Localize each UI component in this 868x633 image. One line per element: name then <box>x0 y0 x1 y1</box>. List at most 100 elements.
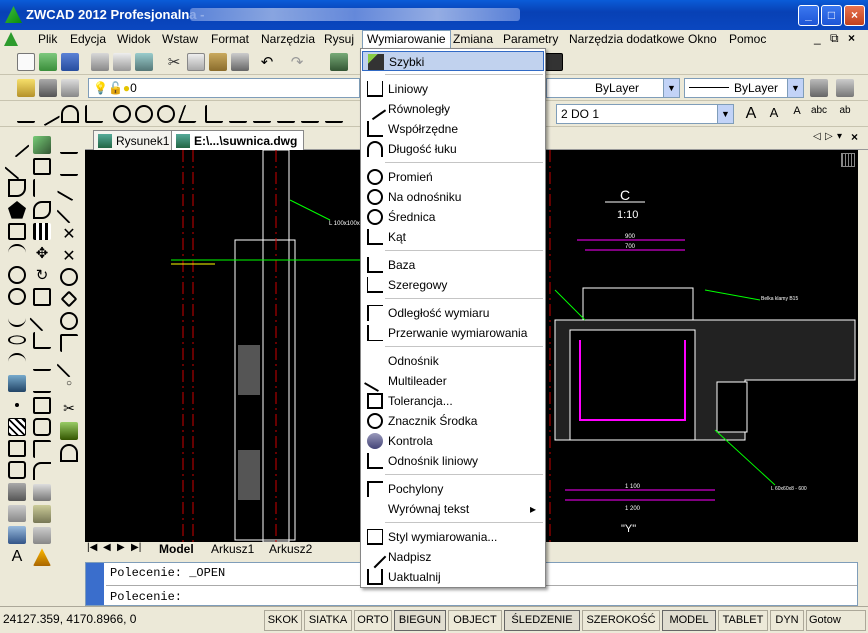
text-justify-icon[interactable]: A <box>788 105 806 123</box>
tb-linear-icon[interactable] <box>17 105 35 123</box>
menu-pomoc[interactable]: Pomoc <box>729 32 766 46</box>
match-properties-icon[interactable] <box>231 53 249 71</box>
array-icon[interactable] <box>33 222 51 241</box>
redo-icon[interactable]: ↷ <box>288 53 306 71</box>
command-grip[interactable] <box>86 563 104 605</box>
donut-icon[interactable] <box>8 287 26 306</box>
menu-item-wspolrzedne[interactable]: Współrzędne <box>362 119 544 139</box>
linetype-combo[interactable]: ByLayer ▼ <box>684 78 804 98</box>
scale-icon[interactable] <box>33 288 51 307</box>
menu-item-wyrownaj-tekst[interactable]: Wyrównaj tekst <box>362 499 544 519</box>
layer-combo[interactable]: 💡🔓●0 <box>88 78 360 98</box>
cut-icon[interactable]: ✂ <box>165 53 183 71</box>
menu-zmiana[interactable]: Zmiana <box>453 32 493 46</box>
menu-item-odnosnik[interactable]: Odnośnik <box>362 351 544 371</box>
polyline-icon[interactable] <box>8 179 26 198</box>
print-icon[interactable] <box>91 53 109 71</box>
layout-tab-model[interactable]: Model <box>159 542 194 556</box>
move-icon[interactable]: ✥ <box>33 244 51 262</box>
preview-icon[interactable] <box>113 53 131 71</box>
menu-item-znacznik-srodka[interactable]: Znacznik Środka <box>362 411 544 431</box>
menu-okno[interactable]: Okno <box>688 32 717 46</box>
menu-item-srednica[interactable]: Średnica <box>362 207 544 227</box>
minimize-button[interactable]: _ <box>798 5 819 26</box>
join-icon[interactable] <box>33 418 51 437</box>
menu-item-dlugosc-luku[interactable]: Długość łuku <box>362 139 544 159</box>
tab-close-icon[interactable]: × <box>851 130 858 144</box>
offset-icon[interactable] <box>33 200 51 219</box>
layout-last-icon[interactable]: ▶| <box>131 542 141 553</box>
tb-diameter-icon[interactable] <box>157 105 175 123</box>
lineweight-icon[interactable] <box>810 79 828 97</box>
fillet-icon[interactable] <box>33 461 51 480</box>
doc-restore-icon[interactable]: ⧉ <box>830 31 839 46</box>
tb-quick-icon[interactable] <box>205 105 223 123</box>
properties-icon[interactable] <box>33 526 51 545</box>
dimstyle-combo[interactable]: 2 DO 1 ▼ <box>556 104 734 124</box>
tab-next-icon[interactable]: ▷ <box>825 131 833 142</box>
menu-item-odnosnik-liniowy[interactable]: Odnośnik liniowy <box>362 451 544 471</box>
status-model[interactable]: MODEL <box>662 610 716 631</box>
menu-item-tolerancja[interactable]: Tolerancja... <box>362 391 544 411</box>
chamfer-icon[interactable] <box>33 440 51 458</box>
explode-icon[interactable] <box>33 483 51 502</box>
tb-aligned-icon[interactable] <box>35 101 61 127</box>
status-biegun[interactable]: BIEGUN <box>394 610 446 631</box>
save-icon[interactable] <box>61 53 79 71</box>
layout-first-icon[interactable]: |◀ <box>87 542 97 553</box>
insert-block-icon[interactable] <box>8 374 26 393</box>
snap-tangent-icon[interactable] <box>60 312 78 330</box>
menu-item-promien[interactable]: Promień <box>362 167 544 187</box>
menu-item-szybki[interactable]: Szybki <box>362 51 544 71</box>
ellipse-arc-icon[interactable] <box>8 352 26 371</box>
layer-previous-icon[interactable] <box>61 79 79 97</box>
snap-node-icon[interactable]: ○ <box>60 378 78 396</box>
mtext-icon[interactable]: A <box>8 548 26 566</box>
boundary-icon[interactable] <box>8 526 26 544</box>
menu-item-odleglosc-wymiaru[interactable]: Odległość wymiaru <box>362 303 544 323</box>
snap-nearest-icon[interactable] <box>56 176 82 202</box>
menu-narzedzia-dodatkowe[interactable]: Narzędzia dodatkowe <box>569 32 684 46</box>
tb-space-icon[interactable] <box>277 105 295 123</box>
tb-angle-icon[interactable] <box>177 105 203 123</box>
trim-icon[interactable] <box>33 353 51 372</box>
copy-object-icon[interactable] <box>33 157 51 176</box>
tb-jogged-icon[interactable] <box>135 105 153 123</box>
edit-poly-icon[interactable] <box>33 505 51 523</box>
paste-icon[interactable] <box>209 53 227 71</box>
status-dyn[interactable]: DYN <box>770 610 804 631</box>
status-tablet[interactable]: TABLET <box>718 610 768 631</box>
find-text-icon[interactable]: ab <box>836 105 854 123</box>
status-skok[interactable]: SKOK <box>264 610 302 631</box>
break-icon[interactable] <box>33 396 51 415</box>
tb-baseline-icon[interactable] <box>229 105 247 123</box>
cone-icon[interactable] <box>33 548 51 566</box>
snap-settings-icon[interactable] <box>60 444 78 462</box>
menu-item-pochylony[interactable]: Pochylony <box>362 479 544 499</box>
snap-endpoint-icon[interactable] <box>60 136 78 154</box>
snap-perp-icon[interactable] <box>56 198 82 224</box>
menu-item-baza[interactable]: Baza <box>362 255 544 275</box>
doc-minimize-icon[interactable]: _ <box>814 31 821 45</box>
layout-tab-arkusz1[interactable]: Arkusz1 <box>211 542 254 556</box>
menu-item-nadpisz[interactable]: Nadpisz <box>362 545 544 569</box>
tb-continue-icon[interactable] <box>253 105 271 123</box>
menu-item-uaktualnij[interactable]: Uaktualnij <box>362 567 544 587</box>
help-icon[interactable] <box>545 53 563 71</box>
hatch-icon[interactable] <box>8 418 26 436</box>
maximize-button[interactable]: □ <box>821 5 842 26</box>
layer-manager-icon[interactable] <box>17 79 35 97</box>
undo-icon[interactable]: ↶ <box>258 53 276 71</box>
status-object[interactable]: OBJECT <box>448 610 502 631</box>
menu-plik[interactable]: Plik <box>38 32 57 46</box>
snap-parallel-icon[interactable] <box>56 352 82 378</box>
layout-prev-icon[interactable]: ◀ <box>103 542 111 553</box>
mirror-icon[interactable] <box>33 179 51 197</box>
lengthen-icon[interactable] <box>33 331 51 350</box>
extend-icon[interactable] <box>33 375 51 393</box>
tb-break-icon[interactable] <box>301 105 319 123</box>
tab-prev-icon[interactable]: ◁ <box>813 131 821 142</box>
ray-icon[interactable] <box>4 153 30 180</box>
publish-icon[interactable] <box>135 53 153 71</box>
menu-item-styl-wymiarowania[interactable]: Styl wymiarowania... <box>362 527 544 547</box>
